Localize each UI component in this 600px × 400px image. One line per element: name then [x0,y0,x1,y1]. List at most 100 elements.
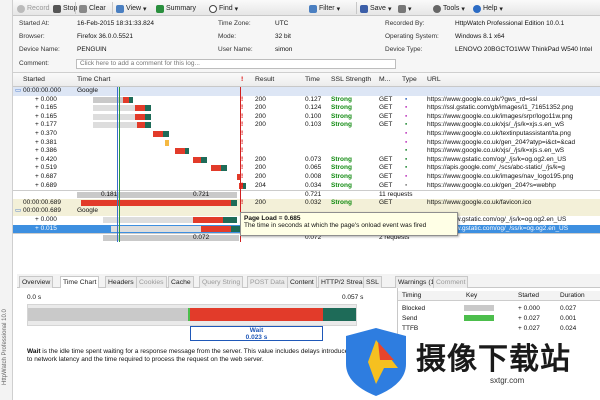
view-button[interactable]: View ▾ [116,3,147,14]
row-ssl: Strong [331,112,352,120]
save-button[interactable]: Save ▾ [360,3,391,14]
grid-header: Started Time Chart ! Result Time SSL Str… [13,73,600,87]
row-started: + 0.177 [35,121,57,129]
table-row[interactable]: + 0.381! ▪ https://www.google.co.uk/gen_20… [13,139,600,148]
timing-send-duration: 0.001 [560,315,577,322]
device-type-label: Device Type: [385,46,423,53]
type-icon: ▪ [405,155,408,163]
timing-bar [193,156,201,163]
table-row[interactable]: + 0.165! 200 0.124 Strong GET ▪ https://ssl.gs… [13,104,600,113]
col-started[interactable]: Started [23,76,45,83]
chevron-down-icon: ▾ [143,5,147,13]
col-url[interactable]: URL [427,76,441,83]
table-row[interactable]: + 0.420! 200 0.073 Strong GET ▪ https://www.gs… [13,156,600,165]
group-title: Google [77,207,98,215]
table-row[interactable]: + 0.000! 200 0.127 Strong GET ▪ https://www.go… [13,96,600,105]
requests-grid: Started Time Chart ! Result Time SSL Str… [13,73,600,261]
row-started: + 0.015 [35,224,57,232]
col-method[interactable]: M... [379,76,390,83]
row-warning-flag: ! [241,147,244,155]
col-time-chart[interactable]: Time Chart [77,76,110,83]
row-warning-flag: ! [241,95,244,103]
table-row[interactable]: + 0.689! 204 0.034 Strong GET ▪ https://www.go… [13,182,600,191]
timing-bar [201,225,231,232]
toolbar-separator [75,2,76,14]
row-result: 200 [255,155,266,163]
help-button[interactable]: Help ▾ [473,3,503,14]
summary-bar-blocked [103,235,239,242]
summary-icon [156,4,164,13]
table-row[interactable]: + 0.177! 200 0.103 Strong GET ▪ https://www.go… [13,121,600,130]
filter-button[interactable]: Filter ▾ [309,3,340,14]
row-url: https://www.gstatic.com/og/_/js/k=og.og2… [427,155,567,163]
col-ssl[interactable]: SSL Strength [331,76,371,83]
row-time: 0.124 [305,104,322,112]
row-url: https://www.google.co.uk/textinputassist… [427,130,571,137]
row-url: https://www.google.co.uk/xjs/_/js/k=xjs.… [427,121,565,129]
timing-bar [163,131,169,137]
row-result: 200 [255,198,266,206]
table-row[interactable]: + 0.519! 200 0.065 Strong GET ▪ https://apis.g… [13,164,600,173]
table-row[interactable]: + 0.687! 200 0.008 Strong GET ▪ https://www.go… [13,173,600,182]
tab-ssl[interactable]: SSL [363,276,382,288]
record-button[interactable]: Record [17,3,50,14]
find-button[interactable]: Find ▾ [209,3,238,14]
timing-bar [93,105,135,112]
col-exclaim[interactable]: ! [241,76,243,83]
row-method: GET [379,112,393,120]
group-row[interactable]: ▭ 00:00:00.000 Google [13,87,600,96]
tab-query-string[interactable]: Query String [199,276,244,288]
tab-post-data[interactable]: POST Data [247,276,288,288]
col-result[interactable]: Result [255,76,274,83]
timing-send-started: + 0.027 [518,315,540,322]
type-icon: ▪ [405,112,408,120]
page-event-line [117,87,118,242]
toolbar: Record Stop Clear View ▾ Summary Find ▾ Fi… [13,0,600,16]
save-icon [360,4,368,13]
row-warning-flag: ! [241,164,244,172]
timing-description: Wait is the idle time spent waiting for … [27,348,367,364]
os-value: Windows 8.1 x64 [455,33,505,40]
tab-headers[interactable]: Headers [105,276,137,288]
summary-button[interactable]: Summary [156,3,196,14]
tools-button[interactable]: Tools ▾ [433,3,465,14]
comment-input[interactable]: Click here to add a comment for this log… [76,59,396,69]
print-button[interactable]: ▾ [398,3,412,14]
page-icon: ▭ [15,87,22,94]
timing-bar [129,96,133,103]
timing-bar [211,165,221,172]
comment-label: Comment: [19,60,49,67]
row-method: GET [379,155,393,163]
tab-cache[interactable]: Cache [168,276,194,288]
timing-bar [145,122,151,129]
timing-description-bold: Wait [27,348,41,355]
timing-send-name: Send [402,315,418,322]
tab-cookies[interactable]: Cookies [136,276,167,288]
col-type[interactable]: Type [402,76,417,83]
row-started: + 0.000 [35,95,57,103]
timing-bar [243,182,246,189]
type-icon: ▪ [405,104,408,112]
browser-label: Browser: [19,33,45,40]
timeline-start: 0.0 s [27,294,42,301]
timing-bar [175,148,185,155]
tab-overview[interactable]: Overview [19,276,54,288]
timing-bar [111,225,201,232]
chevron-down-icon: ▾ [336,5,341,13]
started-at-label: Started At: [19,20,50,27]
table-row[interactable]: + 0.370! ▪ https://www.google.co.uk/textin… [13,130,600,139]
table-row[interactable]: + 0.386! ▪ https://www.google.co.uk/xjs/_/… [13,147,600,156]
row-ssl: Strong [331,173,352,180]
group-started: 00:00:00.689 [23,207,61,215]
row-time: 0.103 [305,121,322,129]
tab-comment[interactable]: Comment [433,276,469,288]
table-row[interactable]: 00:00:00.689! 200 0.032 Strong GET https://ww… [13,198,600,208]
col-time[interactable]: Time [305,76,320,83]
watermark-url: sxtgr.com [490,376,525,385]
stop-button[interactable]: Stop [53,3,77,14]
tab-content[interactable]: Content [287,276,317,288]
clear-button[interactable]: Clear [79,3,106,14]
timing-bar [153,131,163,137]
wait-segment [190,308,323,321]
table-row[interactable]: + 0.165! 200 0.100 Strong GET ▪ https://www.go… [13,113,600,122]
